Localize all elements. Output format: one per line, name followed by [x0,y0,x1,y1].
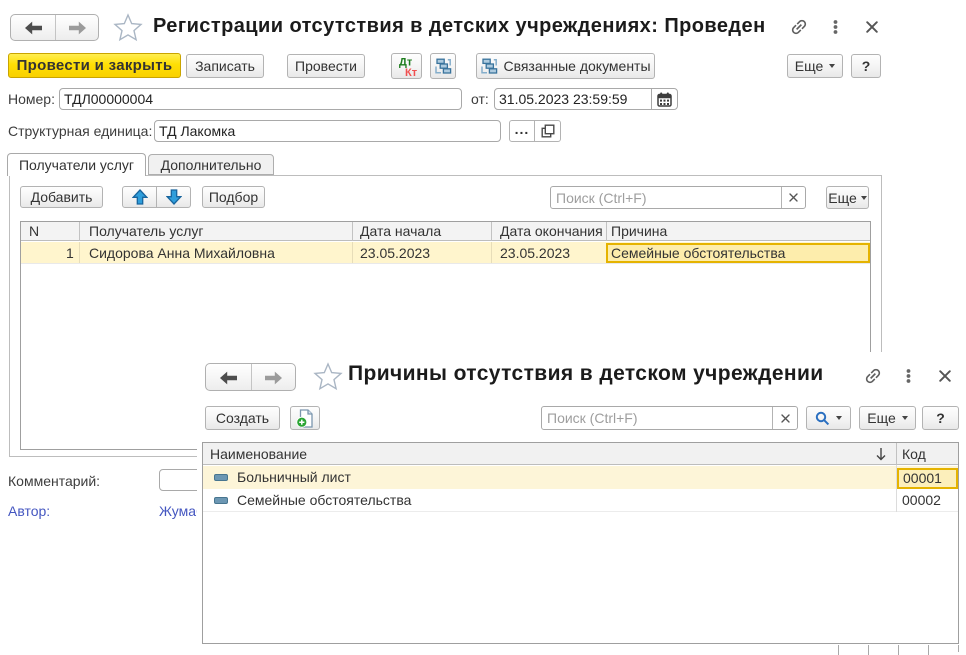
svg-text:Кт: Кт [405,67,418,78]
